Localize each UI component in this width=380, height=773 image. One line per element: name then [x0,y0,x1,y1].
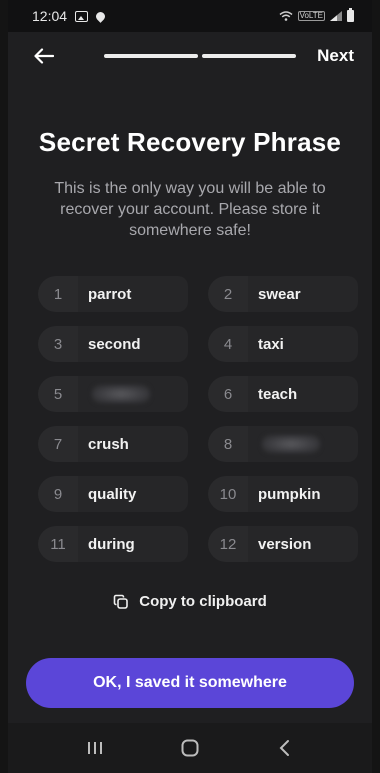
word-cell-9: 9 quality [38,476,188,512]
location-icon [94,9,107,23]
word-cell-3: 3 second [38,326,188,362]
recent-apps-icon [88,742,103,754]
word-text: second [88,335,141,353]
word-text: parrot [88,285,132,303]
word-text: during [88,535,135,553]
word-text: teach [258,385,298,403]
status-bar: 12:04 VoLTE [8,0,372,32]
system-back-button[interactable] [265,733,305,763]
back-button[interactable] [30,42,58,70]
word-cell-4: 4 taxi [208,326,358,362]
page-subtitle: This is the only way you will be able to… [54,180,326,239]
word-number: 12 [208,526,248,562]
page-title: Secret Recovery Phrase [38,127,342,157]
gallery-icon [75,10,89,22]
word-cell-12: 12 version [208,526,358,562]
word-text-hidden [248,426,358,462]
word-cell-1: 1 parrot [38,276,188,312]
word-number: 5 [38,376,78,412]
recent-apps-button[interactable] [75,733,115,763]
word-cell-6: 6 teach [208,376,358,412]
word-cell-8: 8 [208,426,358,462]
word-text: pumpkin [258,485,321,503]
word-text: quality [88,485,137,503]
word-number: 7 [38,426,78,462]
word-cell-10: 10 pumpkin [208,476,358,512]
top-navigation: Next [8,36,372,76]
word-cell-7: 7 crush [38,426,188,462]
copy-to-clipboard-button[interactable]: Copy to clipboard [8,593,372,610]
blurred-word [92,385,150,403]
word-text-hidden [78,376,188,412]
copy-icon [113,594,129,609]
word-number: 10 [208,476,248,512]
blurred-word [262,435,320,453]
status-time: 12:04 [32,8,68,24]
word-number: 2 [208,276,248,312]
step-progress [104,54,296,58]
progress-step-2 [202,54,296,58]
word-number: 8 [208,426,248,462]
home-button[interactable] [170,733,210,763]
battery-icon [347,8,354,22]
back-icon [279,740,289,756]
word-number: 11 [38,526,78,562]
copy-label: Copy to clipboard [139,593,267,610]
word-number: 6 [208,376,248,412]
status-right: VoLTE [279,8,354,22]
arrow-left-icon [34,48,54,64]
recovery-phrase-grid: 1 parrot 2 swear 3 second 4 taxi 5 6 tea… [38,276,358,562]
word-number: 9 [38,476,78,512]
word-text: taxi [258,335,284,353]
word-text: crush [88,435,129,453]
progress-step-1 [104,54,198,58]
word-number: 3 [38,326,78,362]
word-cell-2: 2 swear [208,276,358,312]
word-text: swear [258,285,301,303]
saved-confirm-button[interactable]: OK, I saved it somewhere [26,658,354,708]
phone-screen: 12:04 VoLTE Next Secret Recovery Phrase … [0,0,380,773]
volte-icon: VoLTE [297,11,325,21]
word-number: 4 [208,326,248,362]
signal-icon [330,11,342,21]
word-text: version [258,535,312,553]
word-cell-5: 5 [38,376,188,412]
system-navigation-bar [8,723,372,773]
wifi-icon [279,11,293,21]
home-icon [181,739,199,757]
status-left: 12:04 [32,8,107,24]
next-button[interactable]: Next [315,42,356,70]
word-cell-11: 11 during [38,526,188,562]
word-number: 1 [38,276,78,312]
